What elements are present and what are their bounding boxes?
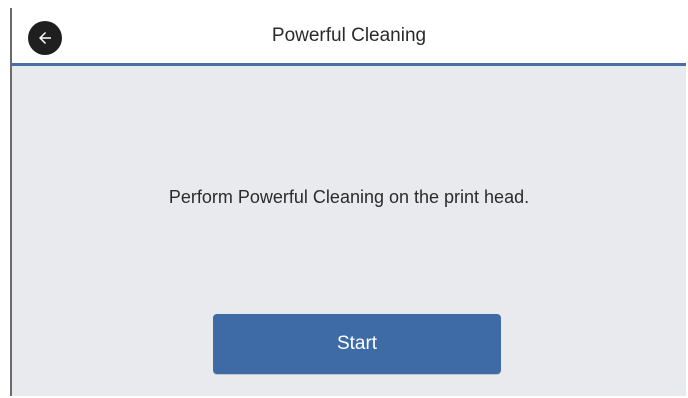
page-title: Powerful Cleaning bbox=[271, 25, 427, 46]
printer-screen: Powerful Cleaning Perform Powerful Clean… bbox=[10, 8, 686, 396]
instruction-message: Perform Powerful Cleaning on the print h… bbox=[168, 187, 530, 207]
start-button-label: Start bbox=[336, 333, 378, 354]
header-bar: Powerful Cleaning bbox=[12, 8, 686, 66]
start-button[interactable]: Start bbox=[213, 314, 501, 374]
